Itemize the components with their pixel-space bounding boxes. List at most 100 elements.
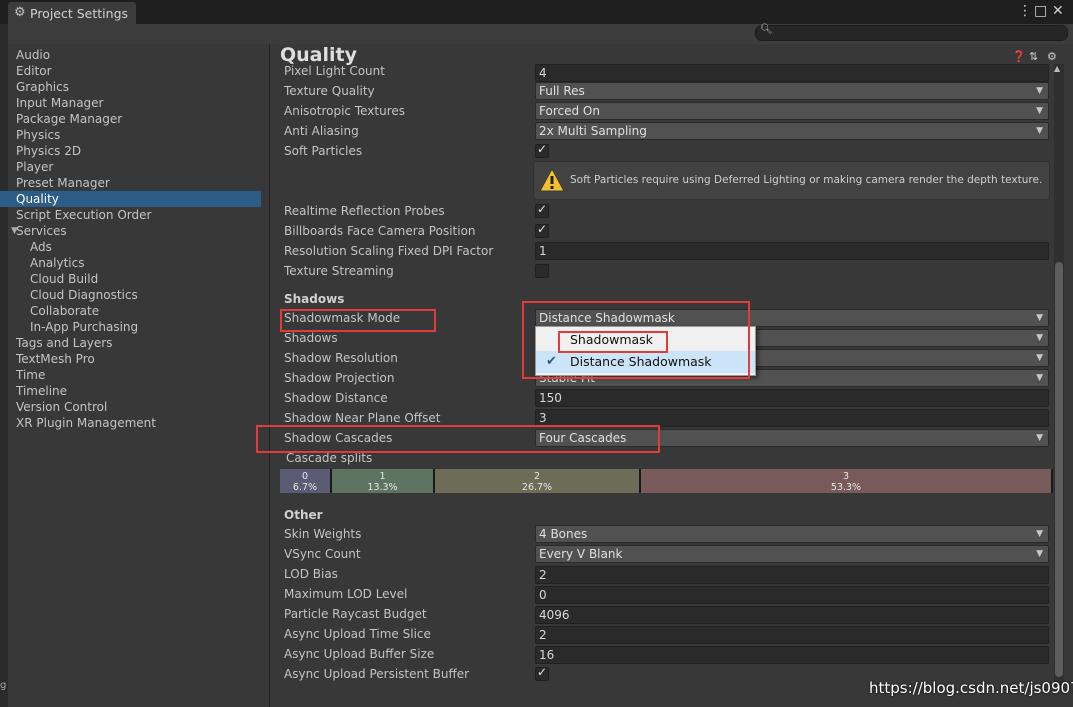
sidebar-item-label: TextMesh Pro (16, 352, 95, 366)
texture-quality-dropdown[interactable]: Full Res ▼ (535, 82, 1049, 100)
sidebar-item-script-execution-order[interactable]: Script Execution Order (16, 207, 261, 223)
checkmark-icon: ✓ (537, 202, 548, 216)
particle-raycast-field[interactable]: 4096 (535, 606, 1049, 624)
other-section-title: Other (284, 508, 323, 522)
sidebar-item-player[interactable]: Player (16, 159, 261, 175)
particle-raycast-value: 4096 (539, 608, 570, 622)
cascade-split-0[interactable]: 0 6.7% (280, 469, 332, 493)
sidebar-item-collaborate[interactable]: Collaborate (30, 303, 275, 319)
billboards-checkbox[interactable]: ✓ (535, 222, 549, 238)
async-buffer-size-field[interactable]: 16 (535, 646, 1049, 664)
cascade-split-percent: 26.7% (521, 482, 553, 493)
sidebar-item-cloud-build[interactable]: Cloud Build (30, 271, 275, 287)
resolution-dpi-label: Resolution Scaling Fixed DPI Factor (284, 244, 494, 258)
help-icon[interactable]: ❓ (1012, 50, 1026, 63)
close-icon[interactable]: ✕ (1052, 3, 1064, 19)
sidebar-item-version-control[interactable]: Version Control (16, 399, 261, 415)
maximize-icon[interactable]: □ (1034, 3, 1047, 19)
lod-bias-field[interactable]: 2 (535, 566, 1049, 584)
shadow-resolution-label: Shadow Resolution (284, 351, 398, 365)
sidebar-item-package-manager[interactable]: Package Manager (16, 111, 261, 127)
async-time-slice-field[interactable]: 2 (535, 626, 1049, 644)
sidebar-item-label: Script Execution Order (16, 208, 152, 222)
scrollbar-thumb[interactable] (1055, 262, 1063, 677)
dropdown-arrow-icon: ▼ (1036, 529, 1043, 539)
sidebar-item-label: Physics 2D (16, 144, 82, 158)
resolution-dpi-field[interactable]: 1 (535, 242, 1049, 260)
sidebar-item-label: Input Manager (16, 96, 104, 110)
editor-edge (0, 24, 8, 707)
sidebar-item-label: Tags and Layers (16, 336, 113, 350)
async-time-slice-label: Async Upload Time Slice (284, 627, 431, 641)
annotation-box (280, 309, 436, 332)
sidebar-item-tags-and-layers[interactable]: Tags and Layers (16, 335, 261, 351)
scroll-up-icon[interactable]: ▲ (1054, 64, 1060, 73)
vsync-dropdown[interactable]: Every V Blank ▼ (535, 545, 1049, 563)
sidebar-item-graphics[interactable]: Graphics (16, 79, 261, 95)
checkmark-icon: ✓ (537, 665, 548, 679)
gear-icon: ⚙ (14, 5, 26, 20)
vsync-value: Every V Blank (539, 547, 623, 561)
cascade-splits-label: Cascade splits (286, 451, 373, 465)
more-options-icon[interactable]: ⋮ (1018, 3, 1032, 19)
anisotropic-dropdown[interactable]: Forced On ▼ (535, 102, 1049, 120)
cascade-split-index: 3 (842, 471, 850, 482)
settings-icon[interactable]: ⚙ (1047, 50, 1057, 63)
shadow-projection-label: Shadow Projection (284, 371, 395, 385)
cascade-splits-bar[interactable]: 0 6.7% 1 13.3% 2 26.7% 3 53.3% (280, 469, 1053, 493)
sidebar-item-in-app-purchasing[interactable]: In-App Purchasing (30, 319, 275, 335)
sidebar-item-label: In-App Purchasing (30, 320, 139, 334)
texture-streaming-checkbox[interactable] (535, 264, 549, 278)
sidebar-item-timeline[interactable]: Timeline (16, 383, 261, 399)
dropdown-arrow-icon: ▼ (1036, 333, 1043, 343)
texture-quality-value: Full Res (539, 84, 585, 98)
realtime-reflection-label: Realtime Reflection Probes (284, 204, 445, 218)
foldout-arrow-icon[interactable]: ▼ (11, 226, 18, 236)
sidebar-item-audio[interactable]: Audio (16, 47, 261, 63)
max-lod-field[interactable]: 0 (535, 586, 1049, 604)
realtime-reflection-checkbox[interactable]: ✓ (535, 202, 549, 218)
skin-weights-dropdown[interactable]: 4 Bones ▼ (535, 525, 1049, 543)
sidebar-item-ads[interactable]: Ads (30, 239, 275, 255)
annotation-box (256, 425, 660, 453)
sidebar-item-services[interactable]: Services (16, 223, 261, 239)
pixel-light-count-value: 4 (539, 66, 547, 80)
search-input[interactable]: 🔍︎ (755, 24, 1068, 41)
sidebar-item-physics[interactable]: Physics (16, 127, 261, 143)
sidebar-item-textmesh-pro[interactable]: TextMesh Pro (16, 351, 261, 367)
sidebar-item-cloud-diagnostics[interactable]: Cloud Diagnostics (30, 287, 275, 303)
anti-aliasing-dropdown[interactable]: 2x Multi Sampling ▼ (535, 122, 1049, 140)
sidebar-item-label: Analytics (30, 256, 85, 270)
resolution-dpi-value: 1 (539, 244, 547, 258)
sidebar-item-preset-manager[interactable]: Preset Manager (16, 175, 261, 191)
max-lod-value: 0 (539, 588, 547, 602)
page-title: Quality (280, 44, 357, 66)
sidebar-item-editor[interactable]: Editor (16, 63, 261, 79)
sidebar-item-xr-plugin-management[interactable]: XR Plugin Management (16, 415, 261, 431)
near-plane-value: 3 (539, 411, 547, 425)
sidebar-item-analytics[interactable]: Analytics (30, 255, 275, 271)
soft-particles-checkbox[interactable]: ✓ (535, 142, 549, 158)
sidebar-item-label: Cloud Build (30, 272, 99, 286)
sidebar-item-physics-2d[interactable]: Physics 2D (16, 143, 261, 159)
pixel-light-count-field[interactable]: 4 (535, 64, 1049, 82)
shadow-distance-value: 150 (539, 391, 562, 405)
lod-bias-label: LOD Bias (284, 567, 338, 581)
billboards-label: Billboards Face Camera Position (284, 224, 476, 238)
sidebar-item-quality[interactable]: Quality (0, 191, 261, 207)
presets-icon[interactable]: ⇅ (1029, 50, 1038, 63)
shadow-distance-field[interactable]: 150 (535, 389, 1049, 407)
anisotropic-label: Anisotropic Textures (284, 104, 406, 118)
cascade-split-1[interactable]: 1 13.3% (332, 469, 435, 493)
skin-weights-label: Skin Weights (284, 527, 362, 541)
async-persistent-checkbox[interactable]: ✓ (535, 665, 549, 681)
sidebar-item-input-manager[interactable]: Input Manager (16, 95, 261, 111)
cascade-split-3[interactable]: 3 53.3% (641, 469, 1053, 493)
window-tab[interactable]: ⚙ Project Settings (8, 2, 136, 24)
sidebar-item-time[interactable]: Time (16, 367, 261, 383)
max-lod-label: Maximum LOD Level (284, 587, 408, 601)
dropdown-arrow-icon: ▼ (1036, 86, 1043, 96)
sidebar-item-label: Time (16, 368, 46, 382)
sidebar-item-label: Preset Manager (16, 176, 110, 190)
cascade-split-2[interactable]: 2 26.7% (435, 469, 641, 493)
